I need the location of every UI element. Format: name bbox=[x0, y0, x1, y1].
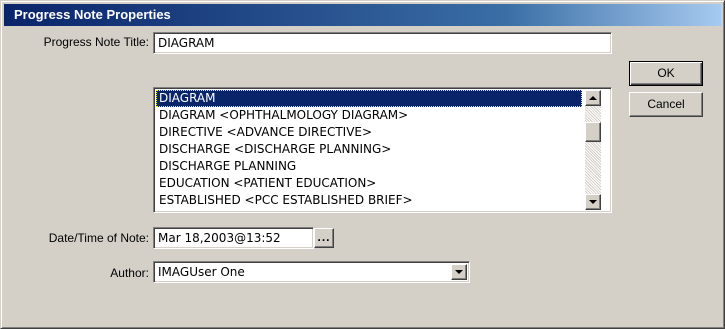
scroll-up-button[interactable] bbox=[585, 90, 601, 106]
arrow-down-icon bbox=[589, 200, 597, 204]
progress-note-title-input[interactable]: DIAGRAM bbox=[153, 32, 612, 54]
list-item[interactable]: DIAGRAM <OPHTHALMOLOGY DIAGRAM> bbox=[156, 107, 582, 124]
datetime-input[interactable]: Mar 18,2003@13:52 bbox=[153, 227, 314, 249]
author-dropdown-button[interactable] bbox=[451, 264, 467, 280]
cancel-button-label: Cancel bbox=[647, 97, 685, 111]
cancel-button[interactable]: Cancel bbox=[629, 92, 703, 117]
chevron-down-icon bbox=[455, 270, 463, 274]
ok-button-label: OK bbox=[657, 66, 675, 80]
listbox-scrollbar[interactable] bbox=[585, 90, 601, 210]
datetime-value: Mar 18,2003@13:52 bbox=[158, 231, 281, 245]
author-value: IMAGUser One bbox=[158, 265, 245, 279]
datetime-picker-button[interactable]: ... bbox=[314, 228, 334, 248]
dialog-title: Progress Note Properties bbox=[14, 7, 171, 22]
progress-note-properties-dialog: Progress Note Properties Progress Note T… bbox=[0, 0, 725, 329]
progress-note-title-label: Progress Note Title: bbox=[43, 35, 149, 49]
datetime-label: Date/Time of Note: bbox=[48, 231, 149, 245]
ok-button[interactable]: OK bbox=[629, 61, 703, 86]
list-item[interactable]: DISCHARGE PLANNING bbox=[156, 158, 582, 175]
author-label: Author: bbox=[110, 266, 149, 280]
author-select[interactable]: IMAGUser One bbox=[153, 261, 470, 283]
list-item[interactable]: DIAGRAM bbox=[156, 90, 582, 107]
list-item[interactable]: DIRECTIVE <ADVANCE DIRECTIVE> bbox=[156, 124, 582, 141]
progress-note-title-value: DIAGRAM bbox=[158, 36, 215, 50]
list-item[interactable]: EDUCATION <PATIENT EDUCATION> bbox=[156, 175, 582, 192]
arrow-up-icon bbox=[589, 96, 597, 100]
progress-note-title-listbox[interactable]: DIAGRAM DIAGRAM <OPHTHALMOLOGY DIAGRAM> DI… bbox=[153, 87, 612, 213]
scroll-down-button[interactable] bbox=[585, 194, 601, 210]
ellipsis-icon: ... bbox=[317, 230, 331, 244]
scrollbar-thumb[interactable] bbox=[585, 122, 601, 142]
list-item[interactable]: ESTABLISHED <PCC ESTABLISHED BRIEF> bbox=[156, 192, 582, 209]
dialog-titlebar: Progress Note Properties bbox=[4, 4, 721, 26]
list-item[interactable]: DISCHARGE <DISCHARGE PLANNING> bbox=[156, 141, 582, 158]
